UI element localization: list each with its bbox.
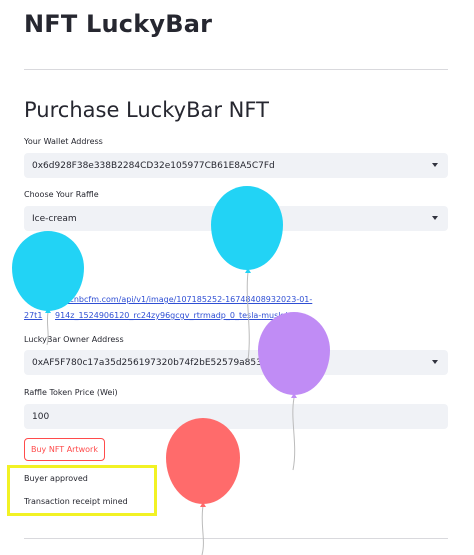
balloon-knot xyxy=(245,268,251,273)
balloon-knot xyxy=(291,393,297,398)
balloon-knot xyxy=(45,308,51,313)
balloon-knot xyxy=(200,502,206,507)
